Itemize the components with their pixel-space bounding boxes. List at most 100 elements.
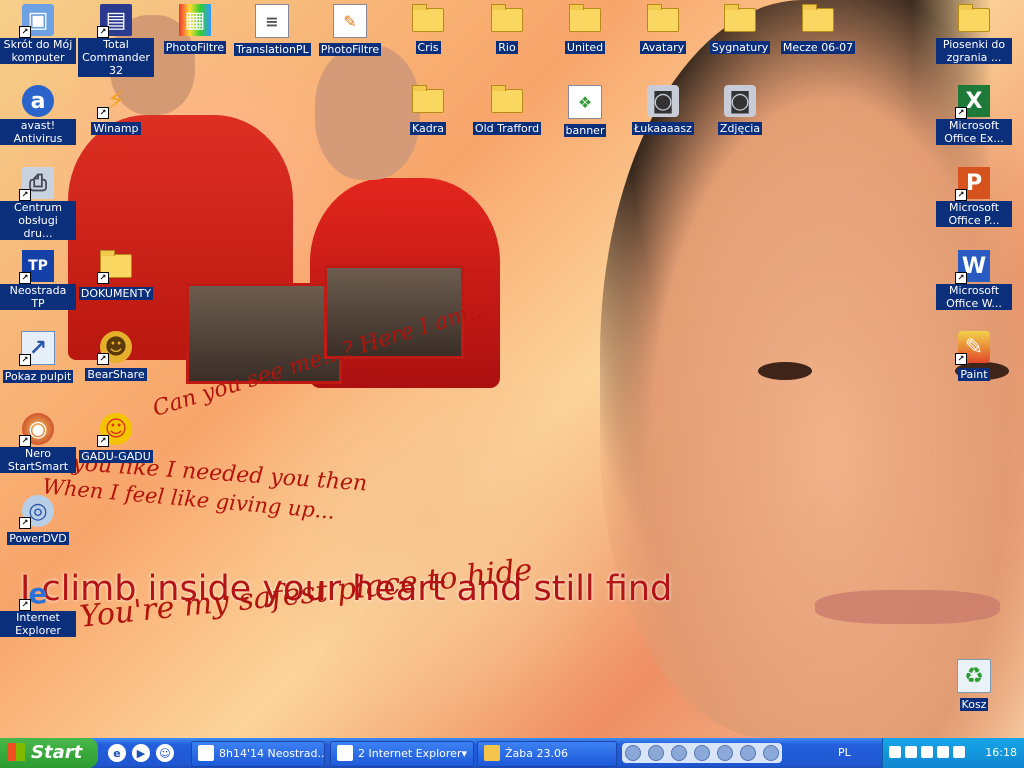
clock[interactable]: 16:18: [985, 738, 1017, 768]
restore-player-button[interactable]: [763, 745, 779, 761]
taskbar-button-label: 2 Internet Explorer: [358, 747, 462, 760]
volume-button[interactable]: [740, 745, 756, 761]
desktop-icon-dokumenty[interactable]: ↗ DOKUMENTY: [78, 250, 154, 301]
desktop-icon-folder-cris[interactable]: Cris: [390, 4, 466, 55]
network-icon[interactable]: [921, 746, 933, 758]
folder-icon: [958, 4, 990, 36]
desktop-icon-nero[interactable]: ◉ ↗ Nero StartSmart: [0, 413, 76, 474]
folder-icon: [491, 85, 523, 117]
folder-icon: [647, 4, 679, 36]
tp-tray-icon[interactable]: [937, 746, 949, 758]
taskbar-button-zaba[interactable]: Żaba 23.06: [477, 741, 617, 767]
desktop-icon-label: Avatary: [639, 41, 687, 54]
desktop-icon-label: Pokaz pulpit: [2, 370, 74, 383]
folder-icon: [569, 4, 601, 36]
previous-button[interactable]: [648, 745, 664, 761]
desktop-icon-translationpl[interactable]: ≡ TranslationPL: [234, 4, 311, 57]
desktop-icon-avast[interactable]: a avast! Antivirus: [0, 85, 76, 146]
desktop-icon-label: Total Commander 32: [78, 38, 154, 77]
desktop-icon-folder-sygnatury[interactable]: Sygnatury: [702, 4, 778, 55]
desktop-icon-internet-explorer[interactable]: e ↗ Internet Explorer: [0, 577, 76, 638]
desktop-icon-label: TranslationPL: [234, 43, 311, 56]
folder-icon: [412, 85, 444, 117]
desktop-icon-label: GADU-GADU: [79, 450, 153, 463]
media-player-quicklaunch-icon[interactable]: ▶: [132, 744, 150, 762]
start-label: Start: [31, 742, 83, 763]
show-desktop-icon: ↗ ↗: [19, 331, 55, 366]
taskbar-button-neostrada[interactable]: 8h14'14 Neostrad...: [191, 741, 325, 767]
ie-quicklaunch-icon[interactable]: e: [108, 744, 126, 762]
desktop-icon-show-desktop[interactable]: ↗ ↗ Pokaz pulpit: [0, 331, 76, 384]
desktop-icon-photofiltre[interactable]: ▦ PhotoFiltre: [157, 4, 233, 55]
desktop-icon-total-commander[interactable]: ▤ ↗ Total Commander 32: [78, 4, 154, 78]
gadugadu-quicklaunch-icon[interactable]: ☺: [156, 744, 174, 762]
pause-button[interactable]: [671, 745, 687, 761]
desktop-icon-lukaaaasz[interactable]: ◙ Łukaaaasz: [625, 85, 701, 136]
mute-button[interactable]: [717, 745, 733, 761]
taskbar-button-internet-explorer[interactable]: 2 Internet Explorer ▾: [330, 741, 474, 767]
desktop-icon-winamp[interactable]: ⚡ ↗ Winamp: [78, 85, 154, 136]
desktop-icon-powerpoint[interactable]: P ↗ Microsoft Office P...: [936, 167, 1012, 228]
desktop-icon-label: Sygnatury: [709, 41, 771, 54]
desktop-icon-folder-united[interactable]: United: [547, 4, 623, 55]
desktop-icon-label: Centrum obsługi dru...: [0, 201, 76, 240]
desktop-icon-gadu-gadu[interactable]: ☺ ↗ GADU-GADU: [78, 413, 154, 464]
wallpaper-eye: [758, 362, 812, 380]
desktop-icon-label: Microsoft Office W...: [936, 284, 1012, 310]
nero-icon: ◉ ↗: [19, 413, 54, 447]
desktop-icon-recycle-bin[interactable]: ♻ Kosz: [936, 659, 1012, 712]
desktop-icon-folder-rio[interactable]: Rio: [469, 4, 545, 55]
taskbar: Start e ▶ ☺ 8h14'14 Neostrad... 2 Intern…: [0, 738, 1024, 768]
desktop-icon-banner[interactable]: ❖ banner: [547, 85, 623, 138]
paint-icon: ✎ ↗: [955, 331, 990, 365]
desktop-icon-label: Zdjęcia: [717, 122, 763, 135]
next-button[interactable]: [694, 745, 710, 761]
photofiltre-icon: ✎: [333, 4, 367, 38]
desktop[interactable]: Can you see me...? Here I am... ed you l…: [0, 0, 1024, 738]
desktop-icon-label: PhotoFiltre: [318, 43, 382, 56]
tray-app-icon[interactable]: [905, 746, 917, 758]
desktop-icon-paint[interactable]: ✎ ↗ Paint: [936, 331, 1012, 382]
tray-expand-icon[interactable]: [889, 746, 901, 758]
desktop-icon-neostrada[interactable]: TP ↗ Neostrada TP: [0, 250, 76, 311]
desktop-icon-label: Internet Explorer: [0, 611, 76, 637]
desktop-icon-folder-old-trafford[interactable]: Old Trafford: [469, 85, 545, 136]
desktop-icon-label: Skrót do Mój komputer: [0, 38, 76, 64]
desktop-icon-bearshare[interactable]: ☻ ↗ BearShare: [78, 331, 154, 382]
desktop-icon-folder-kadra[interactable]: Kadra: [390, 85, 466, 136]
taskbar-button-label: Żaba 23.06: [505, 747, 568, 760]
desktop-icon-photofiltre-2[interactable]: ✎ PhotoFiltre: [312, 4, 388, 57]
desktop-icon-label: United: [564, 41, 606, 54]
desktop-icon-printer-center[interactable]: ⎙ ↗ Centrum obsługi dru...: [0, 167, 76, 241]
desktop-icon-label: Winamp: [91, 122, 141, 135]
desktop-icon-word[interactable]: W ↗ Microsoft Office W...: [936, 250, 1012, 311]
desktop-icon-label: PhotoFiltre: [163, 41, 227, 54]
desktop-icon-folder-avatary[interactable]: Avatary: [625, 4, 701, 55]
quick-launch: e ▶ ☺: [108, 744, 174, 762]
desktop-icon-label: Piosenki do zgrania ...: [936, 38, 1012, 64]
start-button[interactable]: Start: [0, 738, 98, 768]
taskbar-button-label: 8h14'14 Neostrad...: [219, 747, 325, 760]
desktop-icon-excel[interactable]: X ↗ Microsoft Office Ex...: [936, 85, 1012, 146]
desktop-icon-label: Microsoft Office Ex...: [936, 119, 1012, 145]
desktop-icon-label: Cris: [415, 41, 441, 54]
desktop-icon-folder-piosenki[interactable]: Piosenki do zgrania ...: [936, 4, 1012, 65]
desktop-icon-powerdvd[interactable]: ◎ ↗ PowerDVD: [0, 495, 76, 546]
desktop-icon-label: Łukaaaasz: [632, 122, 694, 135]
system-tray: 16:18: [882, 738, 1024, 768]
desktop-icon-label: banner: [563, 124, 607, 137]
language-indicator[interactable]: PL: [838, 738, 851, 768]
desktop-icon-my-computer[interactable]: ▣ ↗ Skrót do Mój komputer: [0, 4, 76, 65]
volume-icon[interactable]: [953, 746, 965, 758]
desktop-icon-zdjecia[interactable]: ◙ Zdjęcia: [702, 85, 778, 136]
desktop-icon-folder-mecze[interactable]: Mecze 06-07: [780, 4, 856, 55]
folder-icon: ↗: [97, 250, 132, 284]
avast-icon: a: [22, 85, 54, 117]
stop-button[interactable]: [625, 745, 641, 761]
desktop-icon-label: Paint: [958, 368, 990, 381]
camera-icon: ◙: [647, 85, 679, 117]
desktop-icon-label: avast! Antivirus: [0, 119, 76, 145]
desktop-icon-label: Mecze 06-07: [780, 41, 856, 54]
document-icon: ≡: [255, 4, 289, 38]
printer-icon: ⎙ ↗: [19, 167, 54, 201]
